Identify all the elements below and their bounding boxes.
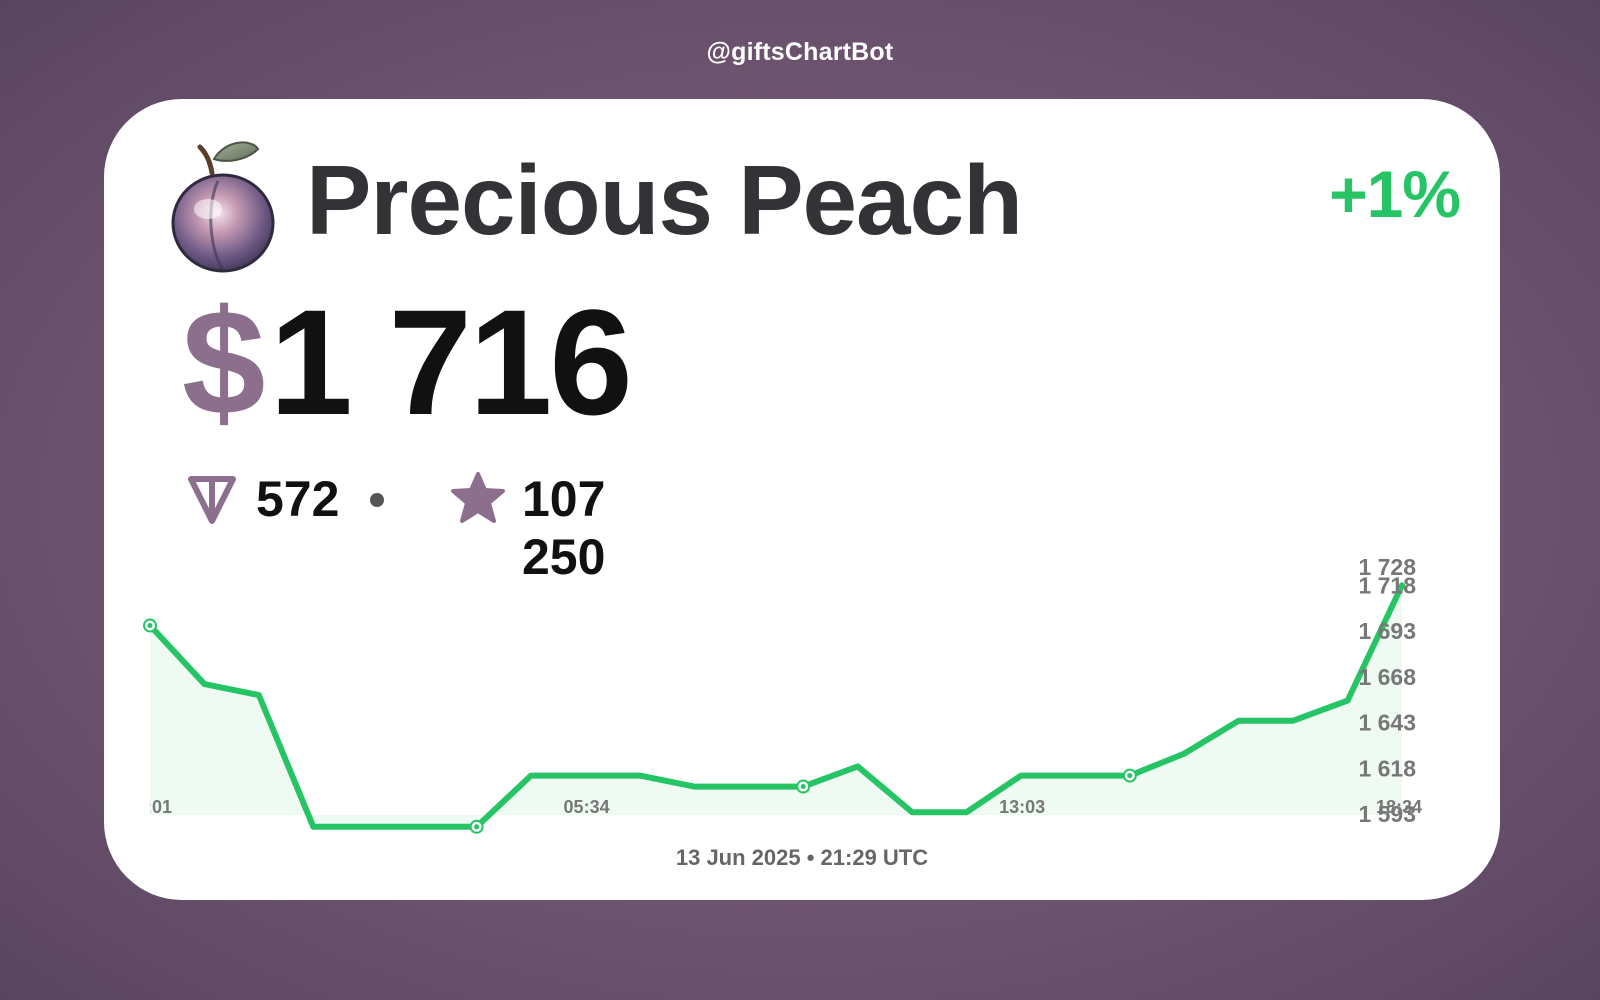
- gift-price-card: Precious Peach +1% $ 1 716 572 107 250 1…: [104, 99, 1500, 900]
- x-tick-label: 18:34: [1376, 797, 1422, 817]
- y-tick-label: 1 643: [1358, 710, 1416, 736]
- x-tick-label: 05:34: [564, 797, 610, 817]
- chart-area-fill: [150, 585, 1402, 827]
- y-tick-label: 1 718: [1358, 572, 1416, 598]
- y-tick-label: 1 668: [1358, 664, 1416, 690]
- x-tick-label: 13:03: [999, 797, 1045, 817]
- timestamp: 13 Jun 2025 • 21:29 UTC: [675, 845, 929, 870]
- chart-point-marker-dot: [147, 623, 153, 629]
- price-chart: 1 7281 7181 6931 6681 6431 6181 59321:01…: [104, 554, 1422, 834]
- chart-point-marker-dot: [800, 784, 806, 790]
- y-tick-label: 1 693: [1358, 618, 1416, 644]
- bot-handle: @giftsChartBot: [706, 38, 894, 66]
- chart-left-mask: [104, 789, 150, 819]
- chart-point-marker-dot: [474, 824, 480, 830]
- y-tick-label: 1 618: [1358, 755, 1416, 781]
- chart-point-marker-dot: [1127, 773, 1133, 779]
